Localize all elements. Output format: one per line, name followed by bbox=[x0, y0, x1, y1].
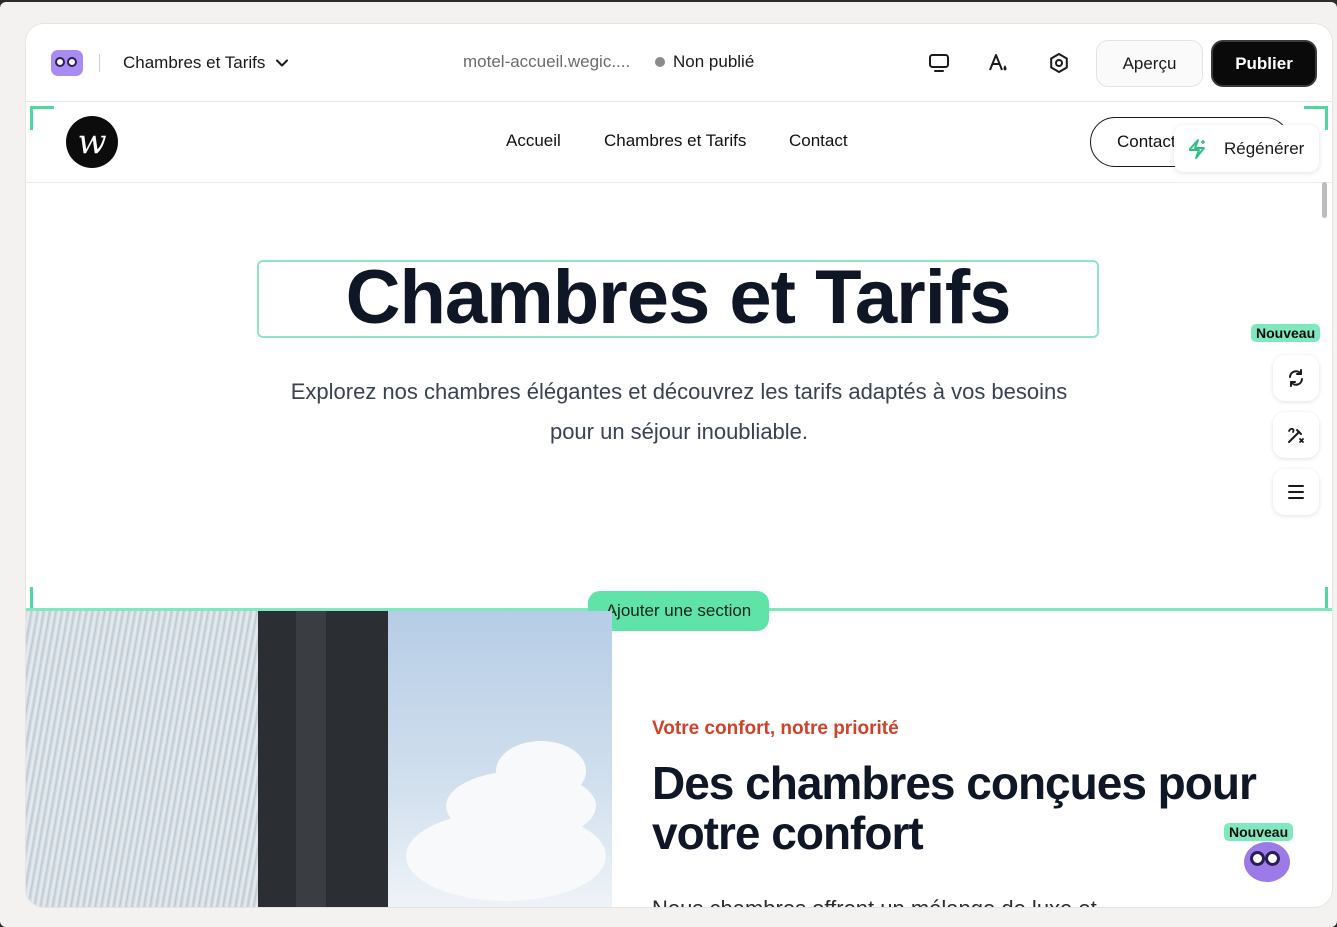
page-selector[interactable]: Chambres et Tarifs bbox=[123, 51, 290, 75]
scrollbar-thumb[interactable] bbox=[1322, 182, 1327, 218]
assistant-mascot-icon[interactable] bbox=[1244, 842, 1290, 882]
hero-subtitle[interactable]: Explorez nos chambres élégantes et décou… bbox=[266, 372, 1092, 452]
app-logo-icon[interactable] bbox=[51, 50, 83, 76]
hero-title[interactable]: Chambres et Tarifs bbox=[257, 254, 1099, 341]
nav-link-accueil[interactable]: Accueil bbox=[506, 131, 561, 151]
publish-status: Non publié bbox=[655, 52, 754, 72]
new-badge: Nouveau bbox=[1251, 324, 1321, 342]
toolbar-divider bbox=[99, 54, 100, 72]
selection-corner bbox=[30, 106, 54, 130]
editor-toolbar: Chambres et Tarifs motel-accueil.wegic..… bbox=[26, 24, 1332, 102]
regenerate-label: Régénérer bbox=[1224, 138, 1305, 158]
add-section-button[interactable]: Ajouter une section bbox=[588, 591, 769, 631]
device-preview-icon[interactable] bbox=[927, 51, 951, 75]
site-domain[interactable]: motel-accueil.wegic.... bbox=[463, 52, 635, 72]
settings-icon[interactable] bbox=[1047, 51, 1071, 75]
site-logo[interactable]: w bbox=[66, 116, 118, 168]
menu-button[interactable] bbox=[1273, 469, 1319, 515]
section-image[interactable] bbox=[26, 611, 612, 907]
sync-icon bbox=[1289, 369, 1303, 387]
publish-button[interactable]: Publier bbox=[1211, 40, 1317, 87]
editor-app: Chambres et Tarifs motel-accueil.wegic..… bbox=[26, 24, 1332, 907]
site-header: w Accueil Chambres et Tarifs Contact Con… bbox=[26, 102, 1332, 183]
site-preview: w Accueil Chambres et Tarifs Contact Con… bbox=[26, 102, 1332, 907]
status-dot-icon bbox=[655, 57, 665, 67]
sparkle-icon bbox=[1189, 138, 1205, 159]
nav-link-contact[interactable]: Contact bbox=[789, 131, 848, 151]
preview-button[interactable]: Aperçu bbox=[1096, 40, 1203, 87]
regenerate-button[interactable]: Régénérer bbox=[1174, 125, 1319, 172]
window-frame: Chambres et Tarifs motel-accueil.wegic..… bbox=[0, 2, 1337, 927]
menu-icon bbox=[1288, 485, 1304, 499]
ai-edit-button[interactable] bbox=[1273, 412, 1319, 458]
selection-corner bbox=[1304, 106, 1328, 130]
publish-status-label: Non publié bbox=[673, 52, 755, 71]
section-title[interactable]: Des chambres conçues pour votre confort bbox=[652, 758, 1302, 858]
contact-cta-label: Contact bbox=[1117, 132, 1176, 151]
chevron-down-icon bbox=[276, 59, 289, 67]
theme-style-icon[interactable] bbox=[987, 51, 1011, 75]
sync-button[interactable] bbox=[1273, 355, 1319, 401]
nav-link-chambres[interactable]: Chambres et Tarifs bbox=[604, 131, 746, 151]
page-selector-label: Chambres et Tarifs bbox=[123, 53, 266, 72]
section-body[interactable]: Nous chambres offrent un mélange de luxe… bbox=[652, 894, 1252, 907]
section-eyebrow[interactable]: Votre confort, notre priorité bbox=[652, 718, 899, 740]
assistant-new-badge: Nouveau bbox=[1224, 823, 1294, 841]
magic-pen-icon bbox=[1288, 427, 1304, 443]
